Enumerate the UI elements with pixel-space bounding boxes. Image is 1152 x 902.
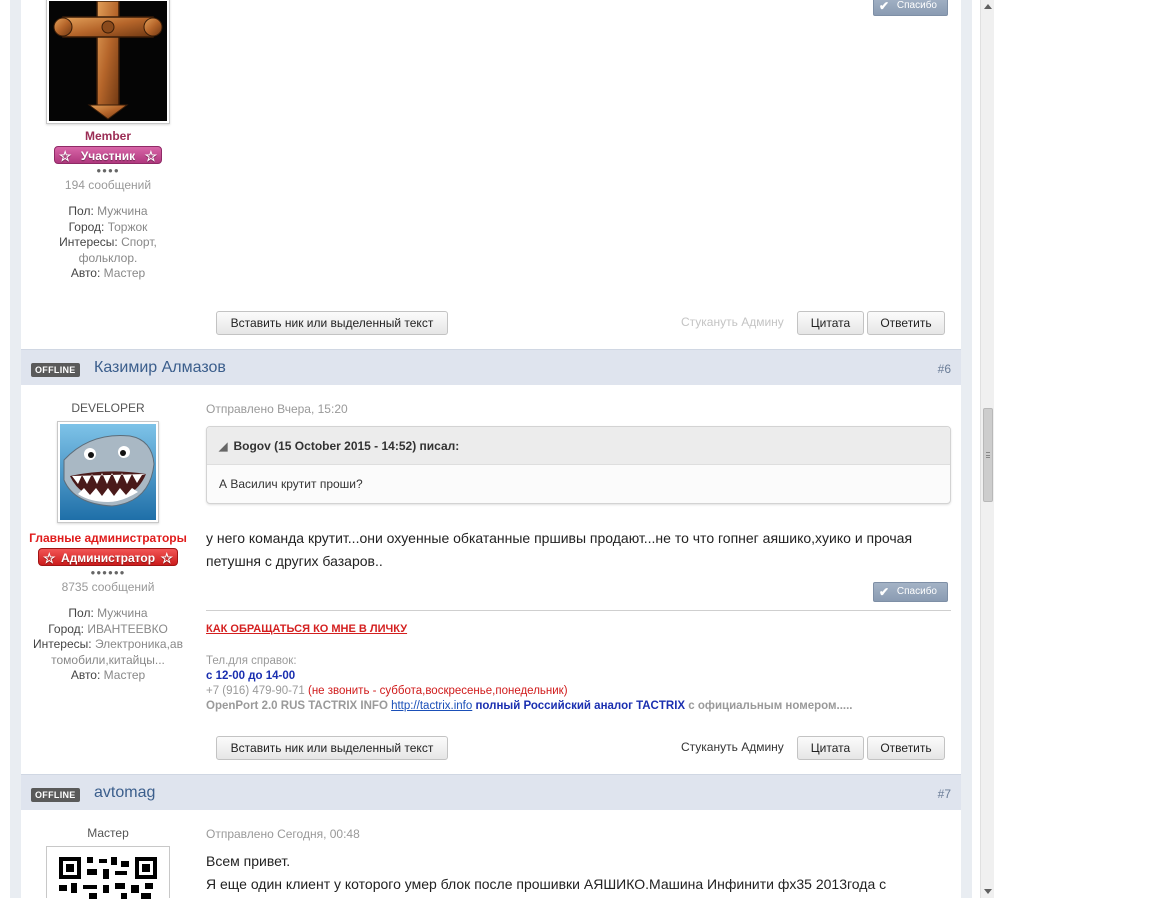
signature-phone-note: (не звонить - суббота,воскресенье,понеде… xyxy=(307,685,568,697)
post6-status-badge: OFFLINE xyxy=(31,363,80,377)
scrollbar-thumb[interactable] xyxy=(983,408,993,502)
field-label: Авто: xyxy=(70,668,101,682)
field-value: Мастер xyxy=(103,266,146,280)
signature-official: с официальным номером..... xyxy=(688,700,853,712)
post6-author-link[interactable]: Казимир Алмазов xyxy=(94,359,226,377)
quote-text: А Василич крутит проши? xyxy=(219,477,363,491)
message-line: у него команда крутит...они охуенные обк… xyxy=(206,530,913,546)
signature-url-link[interactable]: http://tactrix.info xyxy=(391,700,472,712)
post5-insert-nick-button[interactable]: Вставить ник или выделенный текст xyxy=(216,311,448,335)
post5-user-info: Member ☆ Участник ☆ ●●●● 194 сообщений П… xyxy=(20,0,196,282)
post6-report-link[interactable]: Стукануть Админу xyxy=(681,740,784,754)
post6-post-count[interactable]: 8735 сообщений xyxy=(20,580,196,594)
post6-user-info: DEVELOPER Главные администраторы ☆ Админ… xyxy=(20,401,196,684)
field-label: Интересы: xyxy=(33,637,92,651)
signature-product: OpenPort 2.0 RUS TACTRIX INFO xyxy=(206,700,388,712)
field-value: Спорт, xyxy=(121,235,157,249)
signature-phone-label: Тел.для справок: xyxy=(206,655,297,667)
message-line: Я еще один клиент у которого умер блок п… xyxy=(206,876,887,892)
field-value: Мастер xyxy=(103,668,146,682)
quote-header: ◢ Bogov (15 October 2015 - 14:52) писал: xyxy=(207,427,950,465)
post6-group-name: Главные администраторы xyxy=(29,531,187,545)
field-value: Мужчина xyxy=(97,204,148,218)
post7-avatar[interactable] xyxy=(46,846,170,899)
post7-author-link[interactable]: avtomag xyxy=(94,784,155,802)
post7-header: OFFLINE avtomag #7 xyxy=(21,774,961,810)
post6-insert-nick-button[interactable]: Вставить ник или выделенный текст xyxy=(216,736,448,760)
message-line: петушня с других базаров.. xyxy=(206,553,383,569)
signature-pm-link[interactable]: КАК ОБРАЩАТЬСЯ КО МНЕ В ЛИЧКУ xyxy=(206,623,407,635)
post5-quote-button[interactable]: Цитата xyxy=(797,311,864,335)
post6-quote-block: ◢ Bogov (15 October 2015 - 14:52) писал: … xyxy=(206,426,951,504)
post6-avatar[interactable] xyxy=(57,421,159,523)
signature-analog: полный Российский аналог TACTRIX xyxy=(475,700,686,712)
grip-icon xyxy=(986,452,990,458)
post5-profile-fields: Пол: Мужчина Город: Торжок Интересы: Спо… xyxy=(20,204,196,282)
message-line: Всем привет. xyxy=(206,853,291,869)
field-label: Пол: xyxy=(68,204,94,218)
star-icon: ☆ xyxy=(144,148,158,164)
checkmark-icon: ✔ xyxy=(879,585,890,599)
post7-number-link[interactable]: #7 xyxy=(938,787,951,801)
post7-user-title: Мастер xyxy=(87,826,129,840)
signature-phone: +7 (916) 479-90-71 xyxy=(206,685,305,697)
post7-message: Всем привет. Я еще один клиент у которог… xyxy=(206,850,886,896)
post6-reply-button[interactable]: Ответить xyxy=(867,736,945,760)
field-value: Торжок xyxy=(107,219,148,234)
post6-number-link[interactable]: #6 xyxy=(938,362,951,376)
forum-page: Member ☆ Участник ☆ ●●●● 194 сообщений П… xyxy=(0,0,1152,899)
signature-product-line: OpenPort 2.0 RUS TACTRIX INFO http://tac… xyxy=(206,700,853,712)
checkmark-icon: ✔ xyxy=(879,0,890,13)
post6-header: OFFLINE Казимир Алмазов #6 xyxy=(21,349,961,385)
quote-arrow-icon: ◢ xyxy=(219,441,228,453)
post5-thanks-button[interactable]: ✔ Спасибо xyxy=(873,0,948,16)
field-value: ИВАНТЕЕВКО xyxy=(87,621,168,636)
thanks-label: Спасибо xyxy=(896,0,937,11)
field-value: фольклор. xyxy=(78,250,138,265)
post6-posted-date: Отправлено Вчера, 15:20 xyxy=(206,402,348,416)
post5-rank-label: Участник xyxy=(80,149,136,163)
cross-avatar-image xyxy=(49,0,167,121)
post5-post-count[interactable]: 194 сообщений xyxy=(20,178,196,192)
post7-user-info: Мастер xyxy=(20,826,196,840)
scroll-up-arrow-icon[interactable] xyxy=(984,4,992,9)
scroll-down-arrow-icon[interactable] xyxy=(984,889,992,894)
post6-rank-label: Администратор xyxy=(60,551,156,565)
post6-rank-pips: ●●●●●● xyxy=(90,568,126,577)
field-value: Мужчина xyxy=(97,606,148,620)
post5-reply-button[interactable]: Ответить xyxy=(867,311,945,335)
post6-quote-button[interactable]: Цитата xyxy=(797,736,864,760)
star-icon: ☆ xyxy=(42,550,56,566)
signature-hours: с 12-00 до 14-00 xyxy=(206,670,296,682)
post5-avatar[interactable] xyxy=(46,0,170,124)
field-label: Интересы: xyxy=(59,235,118,249)
shark-avatar-image xyxy=(60,424,156,520)
thanks-label: Спасибо xyxy=(896,586,937,597)
post5-rank-pips: ●●●● xyxy=(96,166,120,175)
quote-author: Bogov (15 October 2015 - 14:52) писал: xyxy=(233,439,460,453)
post6-profile-fields: Пол: Мужчина Город: ИВАНТЕЕВКО Интересы:… xyxy=(20,606,196,684)
post6-rank-badge: ☆ Администратор ☆ xyxy=(37,548,179,566)
field-label: Город: xyxy=(68,219,105,234)
post5-group-name: Member xyxy=(84,129,131,143)
qr-code-image xyxy=(59,857,157,899)
post7-status-badge: OFFLINE xyxy=(31,788,80,802)
signature-divider xyxy=(206,610,951,611)
post6-message: у него команда крутит...они охуенные обк… xyxy=(206,527,912,573)
signature-phone-line: +7 (916) 479-90-71 (не звонить - суббота… xyxy=(206,685,568,697)
star-icon: ☆ xyxy=(58,148,72,164)
post6-thanks-button[interactable]: ✔ Спасибо xyxy=(873,582,948,602)
post5-report-link[interactable]: Стукануть Админу xyxy=(681,315,784,329)
post5-rank-badge: ☆ Участник ☆ xyxy=(53,146,163,164)
post7-posted-date: Отправлено Сегодня, 00:48 xyxy=(206,827,360,841)
field-label: Авто: xyxy=(70,266,101,280)
field-label: Пол: xyxy=(68,606,94,620)
field-value: томобили,китайцы... xyxy=(51,652,165,667)
vertical-scrollbar[interactable] xyxy=(980,0,994,898)
field-label: Город: xyxy=(48,621,84,636)
field-value: Электроника,ав xyxy=(94,637,183,651)
star-icon: ☆ xyxy=(160,550,174,566)
post6-user-title: DEVELOPER xyxy=(71,401,145,415)
